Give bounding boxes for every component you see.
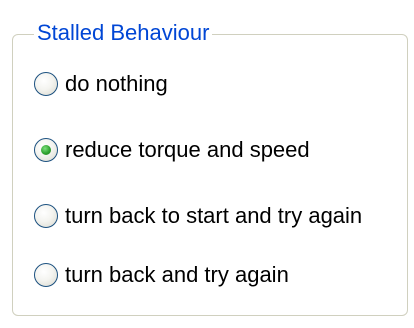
radio-option-label: turn back and try again [65,262,289,287]
radio-option-do-nothing[interactable]: do nothing [34,66,168,102]
radio-selected-dot-icon [41,145,51,155]
radio-option-label: do nothing [65,71,168,96]
radio-option-label: reduce torque and speed [65,137,310,162]
radio-option-label: turn back to start and try again [65,203,363,228]
radio-option-reduce-torque-and-speed[interactable]: reduce torque and speed [34,132,310,168]
radio-option-turn-back-to-start[interactable]: turn back to start and try again [34,198,362,234]
radio-button-selected-icon[interactable] [34,138,58,162]
radio-button-icon[interactable] [34,263,58,287]
groupbox-title: Stalled Behaviour [34,19,213,47]
radio-option-turn-back-and-try-again[interactable]: turn back and try again [34,257,289,293]
radio-button-icon[interactable] [34,204,58,228]
radio-button-icon[interactable] [34,72,58,96]
